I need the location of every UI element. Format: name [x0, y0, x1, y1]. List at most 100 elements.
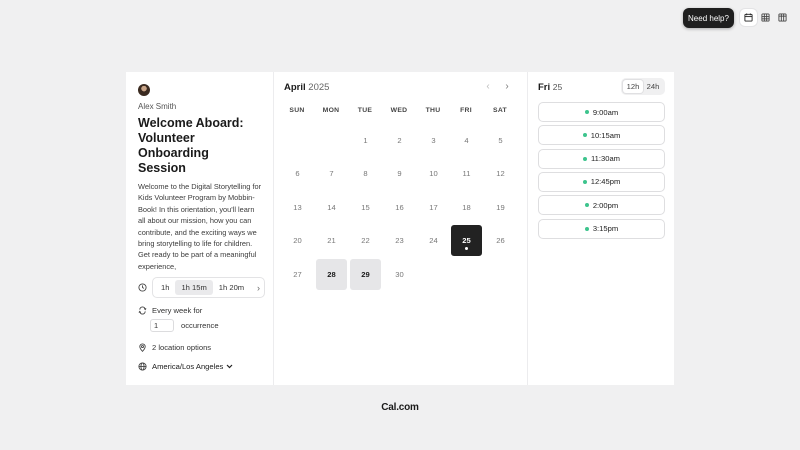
calendar-day: 13	[293, 203, 302, 212]
time-slot-button[interactable]: 11:30am	[538, 148, 665, 169]
column-view-button[interactable]	[774, 9, 791, 26]
calendar-day: 8	[363, 169, 368, 178]
time-slot-button[interactable]: 2:00pm	[538, 195, 665, 216]
time-slot-button[interactable]: 12:45pm	[538, 171, 665, 192]
time-slot-label: 2:00pm	[592, 200, 619, 210]
recurring-label: Every week for	[152, 306, 203, 315]
selected-day-number: 25	[552, 82, 563, 92]
month-heading: April 2025	[284, 82, 329, 93]
map-pin-icon	[138, 343, 147, 352]
availability-dot-icon	[582, 179, 587, 184]
chevron-right-icon: ›	[505, 81, 509, 92]
host-avatar	[138, 84, 150, 96]
globe-icon	[138, 362, 147, 371]
host-name: Alex Smith	[138, 102, 177, 111]
month-name: April	[284, 82, 306, 93]
calendar-day: 14	[327, 203, 336, 212]
time-slots-panel: Fri 25 12h 24h 9:00am 10:15am 11:30am 12:45…	[528, 72, 674, 385]
need-help-button[interactable]: Need help?	[683, 8, 734, 28]
weekday-label: MON	[322, 107, 340, 114]
location-row: 2 location options	[138, 343, 211, 352]
duration-row: 1h 1h 15m 1h 20m ›	[138, 277, 265, 298]
recurring-row: Every week for	[138, 306, 202, 315]
location-options-label: 2 location options	[152, 343, 212, 352]
calendar-day: 16	[395, 203, 404, 212]
calendar-day: 15	[361, 203, 370, 212]
occurrence-label: occurrence	[181, 321, 219, 330]
calendar-day-selected[interactable]: 25	[451, 225, 482, 256]
calendar-day: 9	[397, 169, 402, 178]
availability-dot-icon	[582, 133, 587, 138]
chevron-down-icon[interactable]	[226, 362, 233, 371]
duration-option[interactable]: 1h 20m	[213, 280, 250, 295]
month-view-button[interactable]	[740, 9, 757, 26]
weekday-label: SUN	[289, 107, 305, 114]
calendar-day: 27	[293, 270, 302, 279]
weekday-label: SAT	[493, 107, 507, 114]
weekday-label: FRI	[460, 107, 472, 114]
chevron-right-icon[interactable]: ›	[257, 283, 262, 293]
calendar-day: 12	[496, 169, 505, 178]
occurrence-row: 1 occurrence	[150, 319, 219, 332]
timezone-selector[interactable]: America/Los Angeles	[138, 362, 233, 371]
calendar-day-available[interactable]: 29	[350, 259, 381, 290]
calendar-day-available[interactable]: 28	[316, 259, 347, 290]
calendar-day: 20	[293, 236, 302, 245]
calendar-day: 19	[496, 203, 505, 212]
time-slot-button[interactable]: 10:15am	[538, 125, 665, 146]
availability-dot-icon	[583, 156, 587, 161]
time-slot-label: 12:45pm	[590, 177, 621, 187]
selected-date-heading: Fri 25	[538, 82, 562, 93]
repeat-icon	[138, 306, 147, 315]
calendar-day: 11	[462, 169, 471, 178]
duration-option[interactable]: 1h	[155, 280, 175, 295]
time-slot-button[interactable]: 3:15pm	[538, 218, 665, 239]
availability-dot-icon	[584, 226, 589, 231]
calendar-day: 24	[429, 236, 438, 245]
prev-month-button[interactable]: ‹	[481, 81, 495, 92]
date-picker: April 2025 ‹ › SUN MON TUE WED THU FRI SAT 123…	[274, 72, 528, 385]
calendar-day: 30	[395, 270, 404, 279]
booking-card: Alex Smith Welcome Aboard: Volunteer Onb…	[126, 72, 674, 385]
chevron-left-icon: ‹	[486, 81, 490, 92]
weekday-label: TUE	[357, 107, 373, 114]
calendar-day: 1	[363, 136, 368, 145]
availability-dot-icon	[584, 110, 589, 114]
clock-icon	[138, 283, 147, 292]
format-12h-option[interactable]: 12h	[623, 80, 643, 93]
format-24h-option[interactable]: 24h	[643, 80, 663, 93]
time-slot-button[interactable]: 9:00am	[538, 102, 665, 122]
time-slot-label: 9:00am	[592, 107, 619, 117]
event-description: Welcome to the Digital Storytelling for …	[138, 182, 262, 271]
duration-selector: 1h 1h 15m 1h 20m ›	[152, 277, 265, 298]
time-format-toggle: 12h 24h	[621, 78, 665, 95]
calendar-day: 7	[329, 169, 334, 178]
calendar-day: 21	[327, 236, 336, 245]
occurrence-count-input[interactable]: 1	[150, 319, 174, 332]
week-view-button[interactable]	[757, 9, 774, 26]
calendar-day: 5	[498, 136, 503, 145]
duration-option-selected[interactable]: 1h 15m	[175, 280, 213, 295]
column-view-icon	[778, 13, 787, 22]
calendar-day: 2	[397, 136, 402, 145]
week-grid-icon	[761, 13, 770, 22]
event-title: Welcome Aboard: Volunteer Onboarding Ses…	[138, 116, 244, 175]
brand-logo: Cal.com	[381, 402, 419, 413]
time-slot-label: 11:30am	[591, 154, 620, 164]
selected-weekday: Fri	[538, 82, 551, 93]
calendar-day: 6	[295, 169, 300, 178]
weekday-label: THU	[425, 107, 441, 114]
time-slot-label: 10:15am	[590, 130, 621, 140]
weekday-label: WED	[390, 107, 408, 114]
timezone-value[interactable]: America/Los Angeles	[152, 362, 223, 371]
next-month-button[interactable]: ›	[500, 81, 514, 92]
calendar-day: 17	[429, 203, 438, 212]
availability-dot-icon	[584, 203, 589, 208]
calendar-day: 23	[395, 236, 404, 245]
month-year: 2025	[308, 82, 330, 93]
calendar-day: 22	[361, 236, 370, 245]
calendar-day: 26	[496, 236, 505, 245]
calendar-day: 18	[462, 203, 471, 212]
calendar-month-icon	[744, 13, 753, 22]
time-slot-label: 3:15pm	[592, 224, 619, 233]
